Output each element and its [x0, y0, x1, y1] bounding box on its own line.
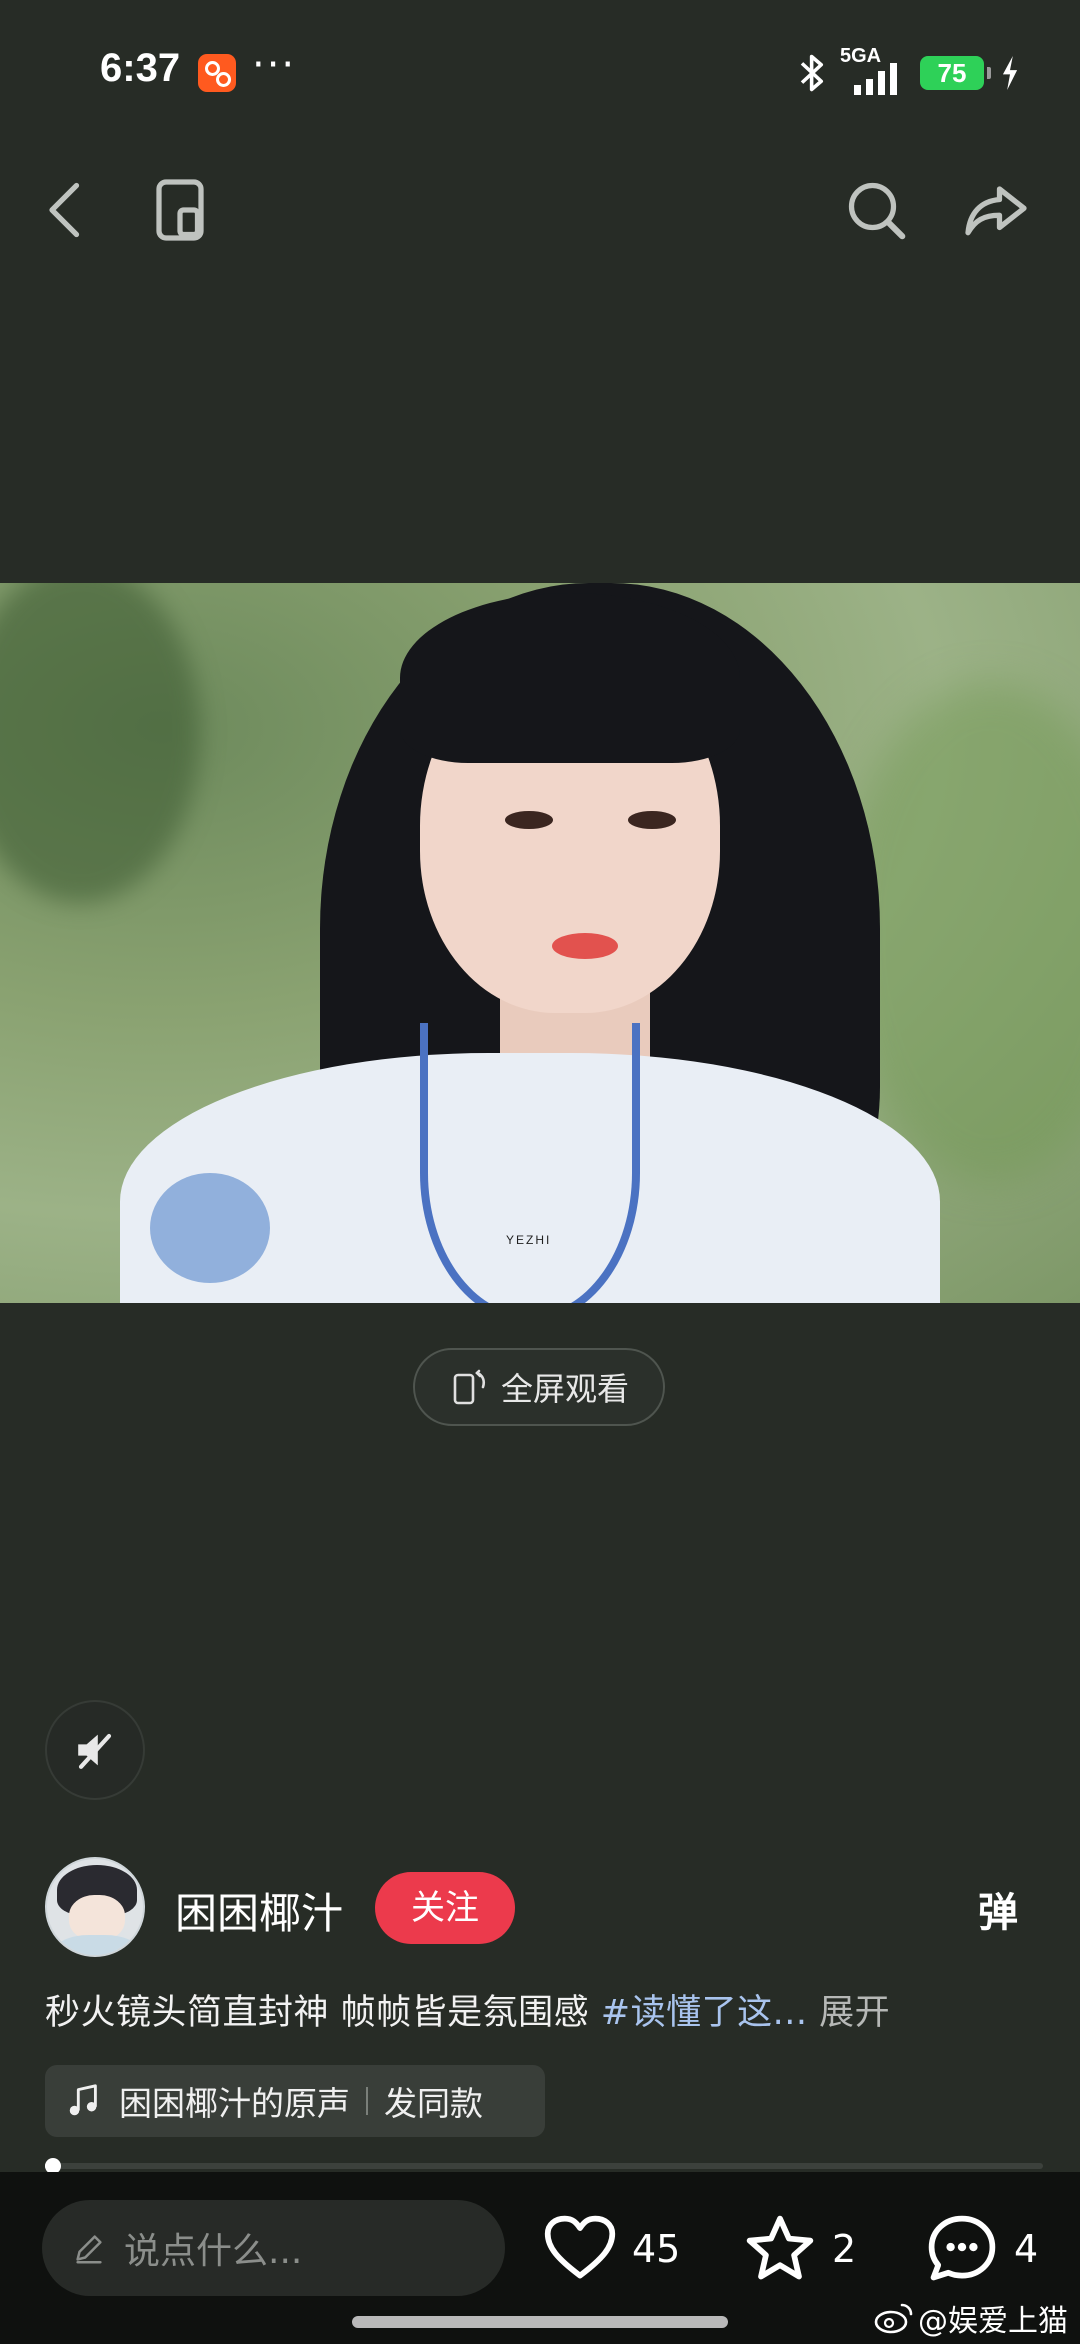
comment-placeholder: 说点什么...: [124, 2231, 303, 2272]
speaker-muted-icon: [78, 1733, 112, 1769]
status-time: 6:37: [100, 46, 181, 90]
comments-button[interactable]: 4: [924, 2204, 1038, 2294]
like-button[interactable]: 45: [542, 2204, 680, 2294]
music-note-icon: [69, 2084, 97, 2116]
chevron-left-icon: [49, 182, 80, 238]
more-notifications-icon: ···: [252, 42, 297, 88]
weibo-logo-icon: [874, 2303, 913, 2334]
watermark-text: @娱爱上猫: [918, 2304, 1068, 2339]
status-right: 5GA 75: [796, 45, 1020, 98]
status-bar: 6:37 ··· 5GA 75: [0, 0, 1080, 140]
app-notification-icon: [198, 54, 236, 92]
floating-window-icon: [156, 179, 204, 241]
back-button[interactable]: [26, 170, 106, 250]
video-watermark: YEZHI: [506, 1233, 552, 1247]
author-avatar[interactable]: [45, 1857, 145, 1957]
home-indicator[interactable]: [352, 2316, 728, 2328]
video-progress-bar[interactable]: [45, 2158, 1043, 2174]
music-title: 困困椰汁的原声: [119, 2084, 350, 2123]
favorite-button[interactable]: 2: [742, 2204, 856, 2294]
video-background: [0, 583, 200, 903]
search-button[interactable]: [836, 170, 916, 250]
comment-input[interactable]: 说点什么...: [42, 2200, 505, 2296]
favorite-count: 2: [832, 2227, 857, 2271]
rotate-screen-icon: [453, 1369, 486, 1405]
fullscreen-button[interactable]: 全屏观看: [413, 1348, 665, 1426]
danmaku-toggle-button[interactable]: 弹: [978, 1880, 1018, 1938]
bluetooth-icon: [800, 54, 824, 92]
caption-hashtag[interactable]: #读懂了这...: [601, 1993, 808, 2033]
search-icon: [848, 182, 906, 240]
caption-text: 秒火镜头简直封神 帧帧皆是氛围感: [45, 1993, 601, 2033]
pencil-icon: [76, 2235, 102, 2264]
author-name[interactable]: 困困椰汁: [175, 1880, 343, 1941]
heart-icon: [544, 2215, 616, 2279]
star-icon: [746, 2215, 814, 2280]
small-window-button[interactable]: [140, 170, 220, 250]
follow-button[interactable]: 关注: [375, 1872, 515, 1944]
video-player[interactable]: YEZHI: [0, 583, 1080, 1303]
comment-count: 4: [1014, 2227, 1039, 2271]
cellular-signal-icon: 5GA: [840, 45, 910, 95]
use-sound-button[interactable]: 发同款: [384, 2077, 483, 2125]
divider: [366, 2087, 368, 2115]
music-chip[interactable]: 困困椰汁的原声 发同款: [45, 2065, 545, 2137]
bottom-action-bar: 说点什么... 45 2 4 @娱爱上猫: [0, 2172, 1080, 2344]
mute-button[interactable]: [45, 1700, 145, 1800]
comment-bubble-icon: [928, 2215, 996, 2281]
share-icon: [965, 186, 1027, 236]
post-caption: 秒火镜头简直封神 帧帧皆是氛围感 #读懂了这... 展开: [45, 1984, 1035, 2035]
share-button[interactable]: [956, 170, 1036, 250]
battery-indicator: 75: [920, 56, 991, 90]
danmaku-label: 弹: [978, 1890, 1018, 1936]
charging-icon: [1002, 56, 1018, 90]
fullscreen-label: 全屏观看: [500, 1370, 629, 1408]
like-count: 45: [632, 2227, 681, 2271]
source-watermark: @娱爱上猫: [874, 2296, 1068, 2340]
expand-link[interactable]: 展开: [819, 1993, 890, 2033]
